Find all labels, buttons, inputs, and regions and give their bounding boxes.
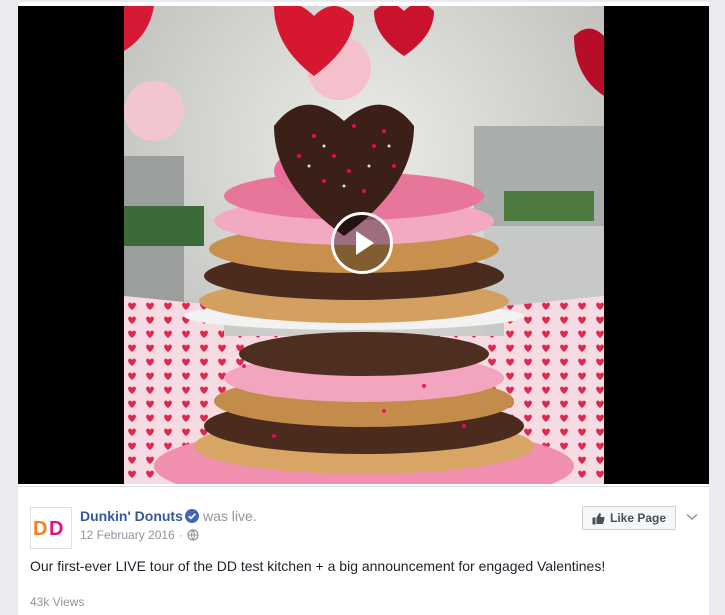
meta-separator: · [178, 528, 183, 542]
post-card: D D Dunkin' Donuts was live. 12 February… [18, 2, 709, 615]
globe-icon [187, 529, 199, 541]
post-meta: 12 February 2016 · [80, 528, 199, 542]
dunkin-logo: D D [33, 518, 63, 539]
svg-text:D: D [33, 518, 47, 539]
live-status-text: was live. [203, 508, 257, 524]
play-button[interactable] [331, 212, 393, 274]
post-message: Our first-ever LIVE tour of the DD test … [30, 558, 606, 574]
thumbs-up-icon [592, 512, 605, 524]
page-name-link[interactable]: Dunkin' Donuts [80, 508, 183, 524]
post-date-link[interactable]: 12 February 2016 [80, 528, 175, 542]
video-player[interactable] [18, 6, 709, 484]
play-icon [356, 231, 374, 255]
verified-badge-icon [185, 509, 199, 523]
post-details: D D Dunkin' Donuts was live. 12 February… [18, 486, 709, 615]
like-page-button[interactable]: Like Page [582, 506, 676, 530]
chevron-down-icon[interactable] [686, 513, 698, 521]
view-count: 43k Views [30, 595, 85, 609]
like-page-label: Like Page [609, 511, 667, 525]
page-avatar[interactable]: D D [30, 507, 72, 549]
svg-text:D: D [49, 518, 63, 539]
